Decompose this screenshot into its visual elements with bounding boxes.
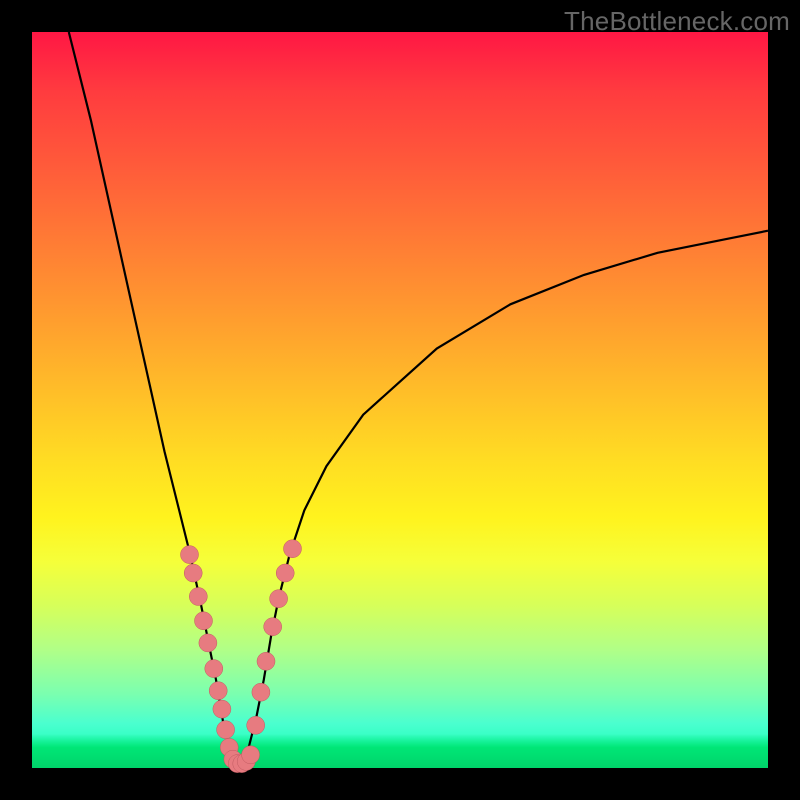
dot	[199, 634, 217, 652]
dot	[257, 652, 275, 670]
dot	[264, 618, 282, 636]
dot	[209, 682, 227, 700]
plot-area	[32, 32, 768, 768]
dot	[242, 746, 260, 764]
dot	[213, 700, 231, 718]
dot	[252, 683, 270, 701]
dot	[284, 540, 302, 558]
dot	[189, 588, 207, 606]
chart-container: TheBottleneck.com	[0, 0, 800, 800]
dot	[195, 612, 213, 630]
dot	[276, 564, 294, 582]
dot	[217, 721, 235, 739]
dot	[181, 546, 199, 564]
bottleneck-curve	[69, 32, 768, 764]
dot	[205, 660, 223, 678]
dot	[184, 564, 202, 582]
dot	[247, 716, 265, 734]
curve-svg	[32, 32, 768, 768]
highlight-dots	[181, 540, 302, 773]
dot	[270, 590, 288, 608]
